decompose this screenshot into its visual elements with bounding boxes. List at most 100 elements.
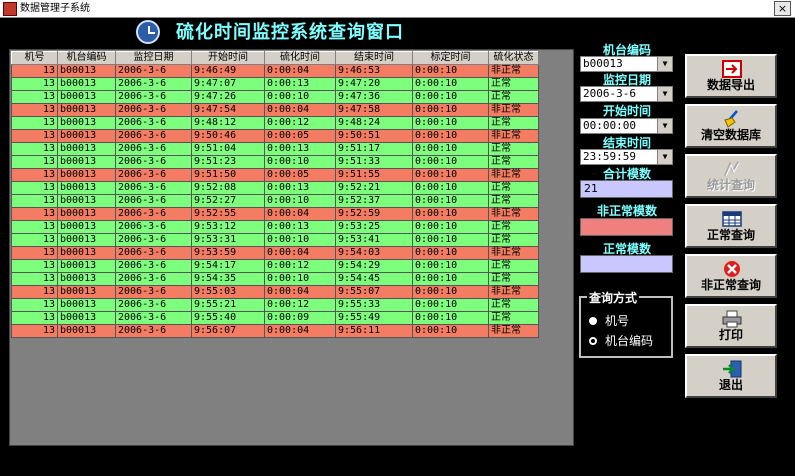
table-cell[interactable]: 9:50:51 xyxy=(335,129,413,143)
end-time-picker[interactable]: 23:59:59 ▼ xyxy=(580,149,673,165)
table-cell[interactable]: 0:00:10 xyxy=(412,90,489,104)
column-header[interactable]: 开始时间 xyxy=(191,51,265,65)
table-row[interactable]: 13 b00013 2006-3-6 9:47:26 0:00:10 9:47:36 0:0… xyxy=(11,90,539,104)
table-cell[interactable]: 13 xyxy=(11,220,58,234)
table-cell[interactable]: 正常 xyxy=(488,77,539,91)
table-cell[interactable]: 13 xyxy=(11,246,58,260)
table-cell[interactable]: 9:53:12 xyxy=(191,220,265,234)
clear-db-button[interactable]: 清空数据库 xyxy=(685,104,777,148)
table-cell[interactable]: 13 xyxy=(11,155,58,169)
column-header[interactable]: 机台编码 xyxy=(57,51,116,65)
table-cell[interactable]: b00013 xyxy=(57,194,116,208)
table-cell[interactable]: 非正常 xyxy=(488,103,539,117)
table-cell[interactable]: 0:00:13 xyxy=(264,142,336,156)
table-cell[interactable]: 13 xyxy=(11,272,58,286)
table-cell[interactable]: 2006-3-6 xyxy=(115,298,192,312)
table-cell[interactable]: 9:54:17 xyxy=(191,259,265,273)
export-button[interactable]: 数据导出 xyxy=(685,54,777,98)
table-cell[interactable]: 13 xyxy=(11,285,58,299)
table-cell[interactable]: 正常 xyxy=(488,181,539,195)
table-cell[interactable]: 9:55:03 xyxy=(191,285,265,299)
table-row[interactable]: 13 b00013 2006-3-6 9:55:03 0:00:04 9:55:07 0:0… xyxy=(11,285,539,299)
table-cell[interactable]: 2006-3-6 xyxy=(115,259,192,273)
radio-machine-code[interactable]: 机台编码 xyxy=(589,332,653,349)
table-cell[interactable]: 0:00:10 xyxy=(412,64,489,78)
table-cell[interactable]: 9:47:58 xyxy=(335,103,413,117)
table-cell[interactable]: 9:54:03 xyxy=(335,246,413,260)
column-header[interactable]: 标定时间 xyxy=(412,51,489,65)
table-cell[interactable]: 2006-3-6 xyxy=(115,129,192,143)
table-cell[interactable]: 9:47:36 xyxy=(335,90,413,104)
table-cell[interactable]: 0:00:10 xyxy=(412,220,489,234)
table-cell[interactable]: 9:52:55 xyxy=(191,207,265,221)
table-cell[interactable]: 0:00:10 xyxy=(412,311,489,325)
radio-dot[interactable] xyxy=(589,317,597,325)
table-cell[interactable]: 2006-3-6 xyxy=(115,220,192,234)
table-cell[interactable]: 9:46:53 xyxy=(335,64,413,78)
table-cell[interactable]: 2006-3-6 xyxy=(115,194,192,208)
table-cell[interactable]: 9:51:33 xyxy=(335,155,413,169)
table-cell[interactable]: 0:00:10 xyxy=(412,246,489,260)
table-cell[interactable]: 0:00:05 xyxy=(264,129,336,143)
table-cell[interactable]: 0:00:10 xyxy=(412,77,489,91)
table-cell[interactable]: 13 xyxy=(11,311,58,325)
table-cell[interactable]: 0:00:10 xyxy=(412,233,489,247)
table-row[interactable]: 13 b00013 2006-3-6 9:52:55 0:00:04 9:52:59 0:0… xyxy=(11,207,539,221)
table-cell[interactable]: 2006-3-6 xyxy=(115,90,192,104)
table-cell[interactable]: 9:46:49 xyxy=(191,64,265,78)
monitor-date-picker[interactable]: 2006-3-6 ▼ xyxy=(580,86,673,102)
table-cell[interactable]: 13 xyxy=(11,142,58,156)
table-cell[interactable]: 9:55:33 xyxy=(335,298,413,312)
table-cell[interactable]: 0:00:10 xyxy=(412,285,489,299)
table-row[interactable]: 13 b00013 2006-3-6 9:55:21 0:00:12 9:55:33 0:0… xyxy=(11,298,539,312)
table-cell[interactable]: b00013 xyxy=(57,77,116,91)
table-cell[interactable]: 0:00:10 xyxy=(264,155,336,169)
start-time-picker[interactable]: 00:00:00 ▼ xyxy=(580,118,673,134)
table-cell[interactable]: 0:00:04 xyxy=(264,64,336,78)
table-cell[interactable]: 9:47:26 xyxy=(191,90,265,104)
table-cell[interactable]: 9:52:59 xyxy=(335,207,413,221)
table-cell[interactable]: b00013 xyxy=(57,64,116,78)
chevron-down-icon[interactable]: ▼ xyxy=(657,119,672,133)
table-cell[interactable]: b00013 xyxy=(57,246,116,260)
table-cell[interactable]: 9:48:12 xyxy=(191,116,265,130)
table-cell[interactable]: 非正常 xyxy=(488,168,539,182)
table-row[interactable]: 13 b00013 2006-3-6 9:53:59 0:00:04 9:54:03 0:0… xyxy=(11,246,539,260)
table-cell[interactable]: 正常 xyxy=(488,272,539,286)
table-cell[interactable]: 0:00:10 xyxy=(264,272,336,286)
table-cell[interactable]: 9:47:07 xyxy=(191,77,265,91)
table-cell[interactable]: 9:56:07 xyxy=(191,324,265,338)
table-cell[interactable]: 9:53:25 xyxy=(335,220,413,234)
table-cell[interactable]: 9:54:35 xyxy=(191,272,265,286)
table-cell[interactable]: 0:00:10 xyxy=(412,272,489,286)
table-cell[interactable]: 13 xyxy=(11,194,58,208)
table-cell[interactable]: 0:00:10 xyxy=(412,116,489,130)
exit-button[interactable]: 退出 xyxy=(685,354,777,398)
table-cell[interactable]: b00013 xyxy=(57,181,116,195)
table-cell[interactable]: b00013 xyxy=(57,324,116,338)
table-row[interactable]: 13 b00013 2006-3-6 9:53:12 0:00:13 9:53:25 0:0… xyxy=(11,220,539,234)
table-cell[interactable]: 9:51:50 xyxy=(191,168,265,182)
table-cell[interactable]: 13 xyxy=(11,298,58,312)
column-header[interactable]: 硫化时间 xyxy=(264,51,336,65)
table-cell[interactable]: 正常 xyxy=(488,194,539,208)
table-cell[interactable]: 13 xyxy=(11,116,58,130)
table-cell[interactable]: 9:52:21 xyxy=(335,181,413,195)
table-cell[interactable]: 13 xyxy=(11,64,58,78)
table-cell[interactable]: 13 xyxy=(11,233,58,247)
table-cell[interactable]: 0:00:13 xyxy=(264,181,336,195)
table-cell[interactable]: 13 xyxy=(11,324,58,338)
radio-machine-number[interactable]: 机号 xyxy=(589,312,629,329)
table-row[interactable]: 13 b00013 2006-3-6 9:51:50 0:00:05 9:51:55 0:0… xyxy=(11,168,539,182)
table-cell[interactable]: 0:00:10 xyxy=(412,207,489,221)
table-cell[interactable]: b00013 xyxy=(57,90,116,104)
column-header[interactable]: 监控日期 xyxy=(115,51,192,65)
table-cell[interactable]: 0:00:10 xyxy=(412,142,489,156)
table-cell[interactable]: 13 xyxy=(11,77,58,91)
table-row[interactable]: 13 b00013 2006-3-6 9:52:08 0:00:13 9:52:21 0:0… xyxy=(11,181,539,195)
table-row[interactable]: 13 b00013 2006-3-6 9:54:35 0:00:10 9:54:45 0:0… xyxy=(11,272,539,286)
table-row[interactable]: 13 b00013 2006-3-6 9:51:23 0:00:10 9:51:33 0:0… xyxy=(11,155,539,169)
table-cell[interactable]: 0:00:10 xyxy=(412,324,489,338)
table-cell[interactable]: b00013 xyxy=(57,155,116,169)
table-cell[interactable]: 2006-3-6 xyxy=(115,103,192,117)
